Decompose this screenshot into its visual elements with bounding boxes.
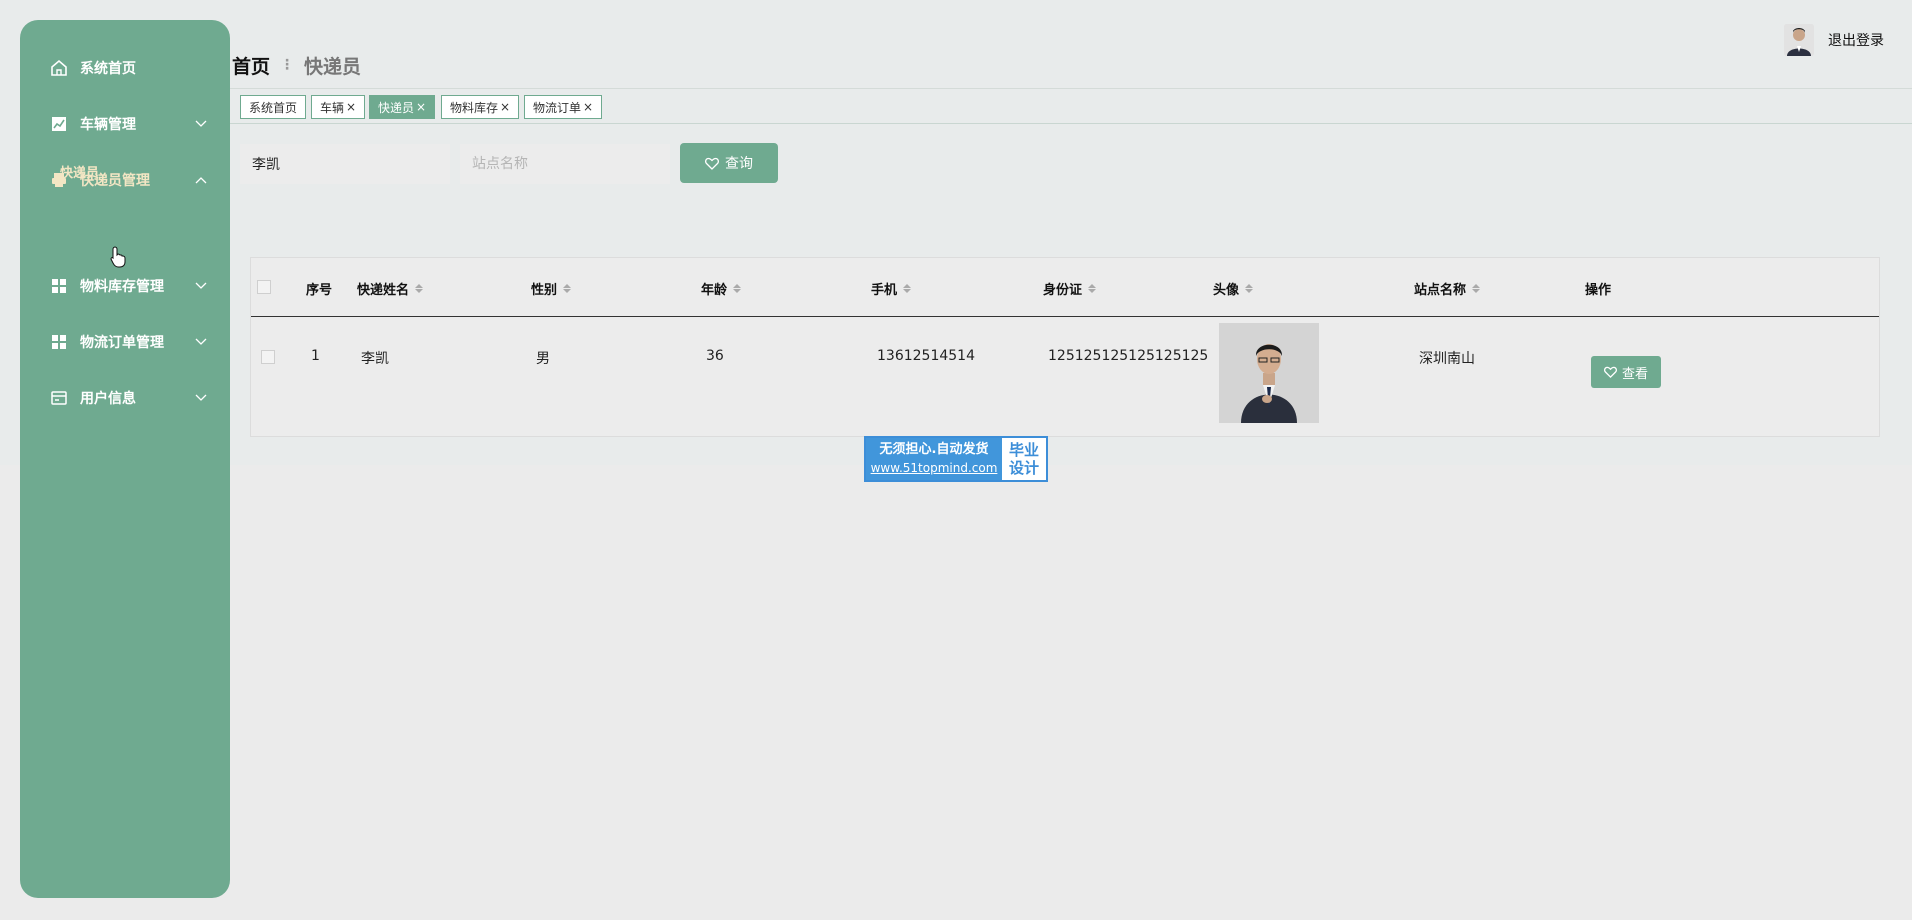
close-icon[interactable]: × — [500, 100, 510, 114]
sidebar-item-label: 车辆管理 — [80, 117, 136, 133]
row-checkbox[interactable] — [261, 350, 275, 364]
sidebar-item-label: 物流订单管理 — [80, 335, 164, 351]
sidebar-item-vehicle[interactable]: 车辆管理 — [20, 106, 230, 142]
breadcrumb: 首页 ⋮ 快递员 — [232, 50, 361, 80]
column-header-age[interactable]: 年龄 — [701, 279, 742, 298]
sidebar-item-label: 用户信息 — [80, 391, 136, 407]
chevron-up-icon — [194, 173, 208, 187]
watermark-left: 无须担心.自动发货 www.51topmind.com — [866, 438, 1002, 480]
watermark-url[interactable]: www.51topmind.com — [871, 459, 998, 477]
sort-icon[interactable] — [1472, 284, 1481, 293]
grid-icon — [50, 333, 68, 351]
sidebar-item-label: 物料库存管理 — [80, 279, 164, 295]
column-header-phone[interactable]: 手机 — [871, 279, 912, 298]
tab-label: 系统首页 — [249, 100, 298, 115]
search-button-label: 查询 — [725, 156, 753, 172]
tab-label: 快递员 — [378, 100, 415, 115]
watermark-right: 毕业 设计 — [1002, 438, 1046, 480]
cell-station: 深圳南山 — [1419, 351, 1475, 367]
column-header-id-card[interactable]: 身份证 — [1043, 279, 1097, 298]
view-button[interactable]: 查看 — [1591, 356, 1661, 388]
chevron-down-icon — [194, 335, 208, 349]
tab-bar: 系统首页 车辆 × 快递员 × 物料库存 × 物流订单 × — [230, 88, 1912, 124]
hand-cursor-icon — [110, 246, 126, 268]
cell-name: 李凯 — [361, 351, 389, 367]
chevron-down-icon — [194, 117, 208, 131]
chart-icon — [50, 115, 68, 133]
sidebar-item-label: 系统首页 — [80, 61, 136, 77]
table-header: 序号 快递姓名 性别 年龄 手机 身份证 头像 站点名称 操作 — [251, 258, 1879, 317]
sort-icon[interactable] — [1088, 284, 1097, 293]
sidebar-item-inventory[interactable]: 物料库存管理 — [20, 268, 230, 304]
tab-label: 物料库存 — [450, 100, 499, 115]
home-icon — [50, 59, 68, 77]
sidebar-item-courier[interactable]: 快递员管理 — [20, 162, 230, 198]
cell-age: 36 — [706, 348, 724, 364]
breadcrumb-home[interactable]: 首页 — [232, 52, 270, 79]
heart-icon — [1604, 366, 1617, 378]
tab-home[interactable]: 系统首页 — [240, 95, 307, 119]
watermark-right1: 毕业 — [1008, 441, 1039, 459]
chevron-down-icon — [194, 391, 208, 405]
tab-courier[interactable]: 快递员 × — [369, 95, 436, 119]
breadcrumb-separator-icon: ⋮ — [280, 57, 295, 73]
sidebar: 系统首页 车辆管理 快递员管理 快递员 物料库存管理 物流订单管理 用户信息 — [20, 20, 230, 898]
sort-icon[interactable] — [733, 284, 742, 293]
avatar — [1784, 24, 1814, 56]
watermark-badge[interactable]: 无须担心.自动发货 www.51topmind.com 毕业 设计 — [864, 436, 1048, 482]
column-header-name[interactable]: 快递姓名 — [357, 279, 424, 298]
view-button-label: 查看 — [1621, 366, 1648, 382]
logout-label: 退出登录 — [1828, 33, 1884, 49]
cell-phone: 13612514514 — [877, 348, 975, 364]
column-header-avatar[interactable]: 头像 — [1213, 279, 1254, 298]
cell-gender: 男 — [536, 351, 550, 367]
tab-inventory[interactable]: 物料库存 × — [441, 95, 520, 119]
watermark-line1: 无须担心.自动发货 — [879, 442, 989, 457]
logout-button[interactable]: 退出登录 — [1784, 24, 1884, 56]
courier-table: 序号 快递姓名 性别 年龄 手机 身份证 头像 站点名称 操作 1 李凯 男 3… — [250, 257, 1880, 437]
breadcrumb-current: 快递员 — [304, 55, 362, 78]
tab-vehicle[interactable]: 车辆 × — [311, 95, 366, 119]
watermark-right2: 设计 — [1008, 459, 1039, 477]
column-header-station[interactable]: 站点名称 — [1414, 279, 1481, 298]
column-header-gender[interactable]: 性别 — [531, 279, 572, 298]
sort-icon[interactable] — [563, 284, 572, 293]
cell-id-card: 125125125125125125 — [1048, 348, 1209, 364]
sort-icon[interactable] — [415, 284, 424, 293]
heart-icon — [705, 157, 719, 170]
select-all-checkbox[interactable] — [257, 280, 271, 294]
sidebar-item-home[interactable]: 系统首页 — [20, 50, 230, 86]
sidebar-item-orders[interactable]: 物流订单管理 — [20, 324, 230, 360]
column-header-action: 操作 — [1585, 283, 1612, 298]
close-icon[interactable]: × — [346, 100, 356, 114]
station-name-input[interactable] — [460, 144, 670, 184]
courier-name-input[interactable] — [240, 144, 450, 184]
grid-icon — [50, 277, 68, 295]
sort-icon[interactable] — [1245, 284, 1254, 293]
tab-label: 物流订单 — [533, 100, 582, 115]
column-header-index: 序号 — [306, 283, 333, 298]
card-icon — [50, 389, 68, 407]
cell-index: 1 — [311, 348, 320, 364]
tab-orders[interactable]: 物流订单 × — [524, 95, 603, 119]
sort-icon[interactable] — [903, 284, 912, 293]
sidebar-item-user-info[interactable]: 用户信息 — [20, 380, 230, 416]
tab-label: 车辆 — [320, 100, 345, 115]
chevron-down-icon — [194, 279, 208, 293]
close-icon[interactable]: × — [583, 100, 593, 114]
search-button[interactable]: 查询 — [680, 143, 778, 183]
courier-photo — [1219, 323, 1319, 423]
sidebar-subitem-courier[interactable]: 快递员 — [60, 162, 99, 186]
close-icon[interactable]: × — [416, 100, 426, 114]
